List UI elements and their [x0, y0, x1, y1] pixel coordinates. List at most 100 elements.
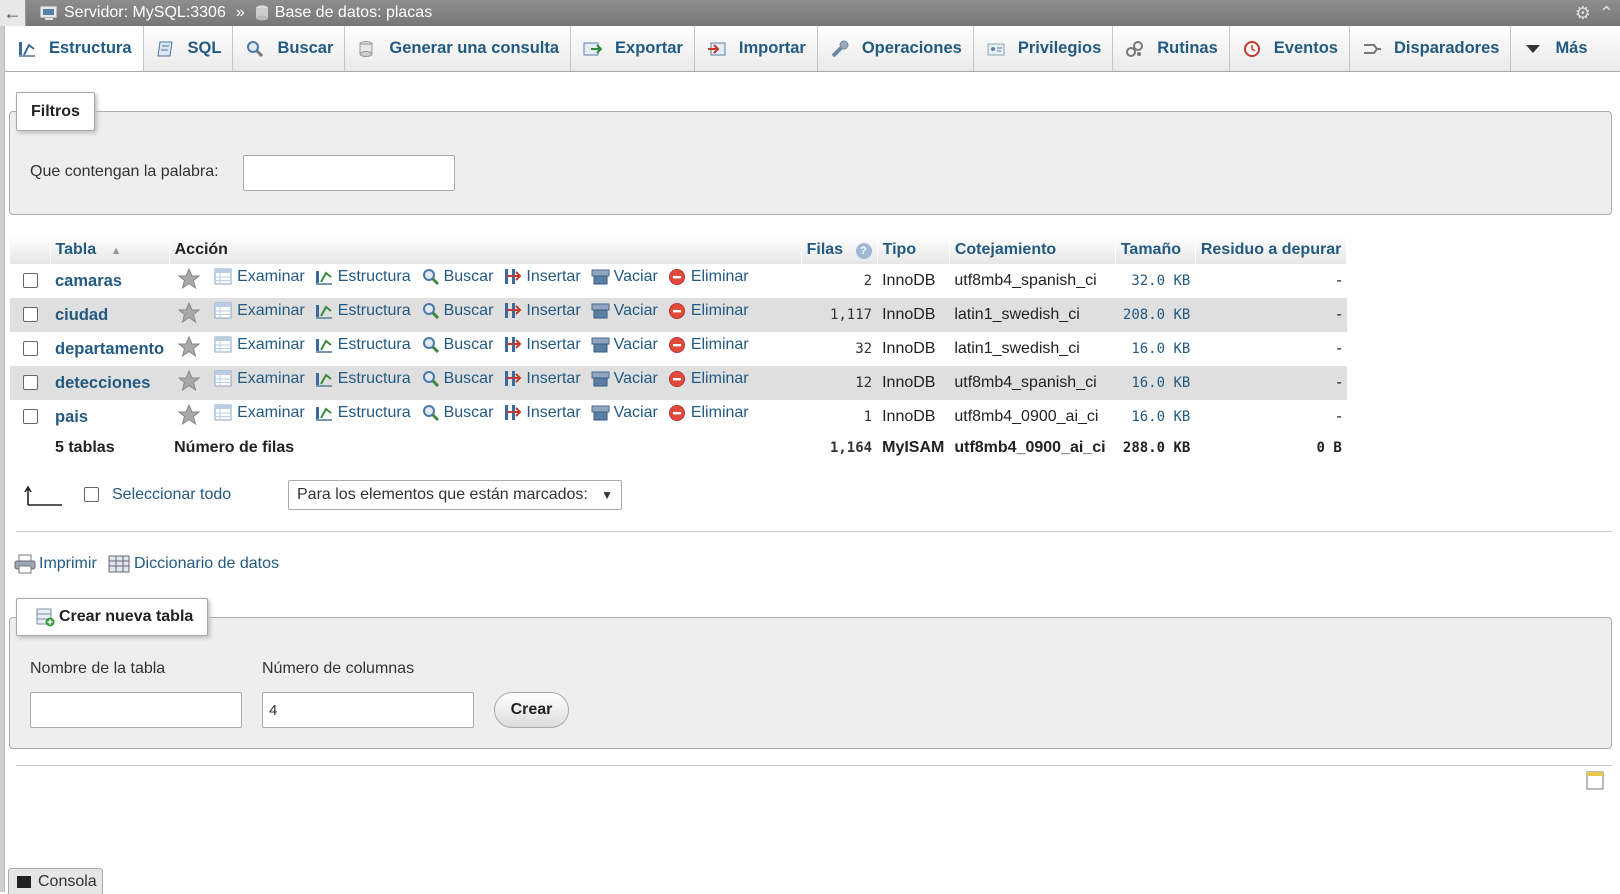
header-tamano[interactable]: Tamaño: [1115, 236, 1196, 264]
action-insertar[interactable]: Insertar: [503, 370, 581, 388]
row-checkbox[interactable]: [22, 341, 38, 357]
num-columns-input[interactable]: [262, 692, 474, 728]
overhead: -: [1195, 366, 1347, 400]
row-checkbox[interactable]: [22, 307, 38, 323]
tab-rutinas[interactable]: Rutinas: [1113, 26, 1230, 71]
table-size[interactable]: 32.0 KB: [1115, 264, 1196, 298]
action-examinar[interactable]: Examinar: [214, 370, 305, 388]
action-vaciar[interactable]: Vaciar: [591, 336, 658, 354]
tab-mas[interactable]: Más: [1511, 26, 1598, 71]
table-size[interactable]: 16.0 KB: [1115, 332, 1196, 366]
action-eliminar[interactable]: Eliminar: [668, 302, 749, 320]
action-buscar[interactable]: Buscar: [421, 336, 493, 354]
engine-type: InnoDB: [877, 298, 950, 332]
table-name-link[interactable]: pais: [55, 408, 88, 426]
favorite-star-icon[interactable]: [177, 335, 201, 362]
action-insertar[interactable]: Insertar: [503, 268, 581, 286]
breadcrumb-database[interactable]: Base de datos: placas: [255, 4, 432, 22]
tab-privilegios[interactable]: Privilegios: [974, 26, 1114, 71]
tab-generar-consulta[interactable]: Generar una consulta: [345, 26, 572, 71]
row-checkbox[interactable]: [22, 273, 38, 289]
table-name-link[interactable]: detecciones: [55, 374, 150, 392]
help-icon[interactable]: ?: [855, 243, 872, 259]
action-estructura[interactable]: Estructura: [315, 370, 411, 388]
table-name-link[interactable]: ciudad: [55, 306, 108, 324]
action-buscar[interactable]: Buscar: [421, 302, 493, 320]
action-vaciar[interactable]: Vaciar: [591, 404, 658, 422]
tab-buscar[interactable]: Buscar: [233, 26, 346, 71]
action-estructura[interactable]: Estructura: [315, 302, 411, 320]
breadcrumb-separator: »: [235, 4, 245, 21]
action-buscar[interactable]: Buscar: [421, 370, 493, 388]
collapse-top-icon[interactable]: ⌃: [1599, 3, 1614, 24]
action-examinar[interactable]: Examinar: [214, 302, 305, 320]
table-name-link[interactable]: departamento: [55, 340, 164, 358]
action-examinar[interactable]: Examinar: [214, 404, 305, 422]
favorite-star-icon[interactable]: [177, 403, 201, 430]
overhead: -: [1195, 400, 1347, 434]
tab-sql[interactable]: SQL: [144, 26, 234, 71]
table-row: detecciones Examinar Estructura Buscar Inser…: [10, 366, 1347, 400]
favorite-star-icon[interactable]: [177, 267, 201, 294]
action-eliminar[interactable]: Eliminar: [668, 268, 749, 286]
action-estructura[interactable]: Estructura: [315, 404, 411, 422]
action-vaciar[interactable]: Vaciar: [591, 302, 658, 320]
create-button[interactable]: Crear: [494, 692, 569, 728]
collapse-arrow-icon[interactable]: ←: [0, 0, 26, 26]
tab-label: Operaciones: [861, 39, 962, 57]
header-tabla-label: Tabla: [55, 241, 97, 258]
tab-eventos[interactable]: Eventos: [1230, 26, 1350, 71]
tab-estructura[interactable]: Estructura: [5, 26, 144, 71]
header-residuo[interactable]: Residuo a depurar: [1195, 236, 1348, 264]
with-selected-dropdown[interactable]: Para los elementos que están marcados: ▼: [288, 480, 622, 510]
tab-operaciones[interactable]: Operaciones: [818, 26, 974, 71]
action-label: Examinar: [237, 301, 305, 319]
breadcrumb-server[interactable]: Servidor: MySQL:3306: [40, 4, 226, 22]
console-icon: [17, 875, 31, 888]
table-size[interactable]: 16.0 KB: [1115, 400, 1196, 434]
action-vaciar[interactable]: Vaciar: [591, 268, 658, 286]
action-eliminar[interactable]: Eliminar: [668, 370, 749, 388]
table-size[interactable]: 16.0 KB: [1115, 366, 1196, 400]
notepad-icon[interactable]: [1586, 770, 1604, 795]
table-name-label: Nombre de la tabla: [30, 660, 166, 677]
action-estructura[interactable]: Estructura: [315, 336, 411, 354]
action-examinar[interactable]: Examinar: [214, 268, 305, 286]
tab-exportar[interactable]: Exportar: [571, 26, 695, 71]
table-name-link[interactable]: camaras: [55, 272, 122, 290]
console-tab[interactable]: Consola: [8, 868, 103, 894]
action-vaciar[interactable]: Vaciar: [591, 370, 658, 388]
table-name-input[interactable]: [30, 692, 242, 728]
action-eliminar[interactable]: Eliminar: [668, 404, 749, 422]
server-icon: [40, 6, 57, 20]
tab-importar[interactable]: Importar: [695, 26, 818, 71]
row-checkbox[interactable]: [22, 409, 38, 425]
table-size[interactable]: 208.0 KB: [1115, 298, 1196, 332]
print-link[interactable]: Imprimir: [14, 554, 97, 574]
action-insertar[interactable]: Insertar: [503, 404, 581, 422]
tab-disparadores[interactable]: Disparadores: [1350, 26, 1512, 71]
action-insertar[interactable]: Insertar: [503, 336, 581, 354]
favorite-star-icon[interactable]: [177, 369, 201, 396]
action-insertar[interactable]: Insertar: [503, 302, 581, 320]
filter-input[interactable]: [243, 155, 455, 191]
header-cotejamiento[interactable]: Cotejamiento: [949, 236, 1116, 264]
action-buscar[interactable]: Buscar: [421, 268, 493, 286]
action-label: Estructura: [337, 335, 411, 353]
action-eliminar[interactable]: Eliminar: [668, 336, 749, 354]
data-dictionary-link[interactable]: Diccionario de datos: [108, 554, 279, 574]
favorite-star-icon[interactable]: [177, 301, 201, 328]
header-tabla[interactable]: Tabla ▲: [50, 236, 170, 264]
settings-gear-icon[interactable]: ⚙: [1575, 3, 1591, 24]
row-checkbox[interactable]: [22, 375, 38, 391]
select-all-checkbox[interactable]: [84, 487, 99, 502]
action-examinar[interactable]: Examinar: [214, 336, 305, 354]
triggers-icon: [1363, 43, 1381, 54]
action-buscar[interactable]: Buscar: [421, 404, 493, 422]
header-tipo[interactable]: Tipo: [877, 236, 950, 264]
header-filas[interactable]: Filas ?: [801, 236, 878, 264]
import-icon: [707, 42, 726, 55]
select-all-label[interactable]: Seleccionar todo: [112, 486, 231, 504]
tab-label: SQL: [187, 39, 222, 57]
action-estructura[interactable]: Estructura: [315, 268, 411, 286]
